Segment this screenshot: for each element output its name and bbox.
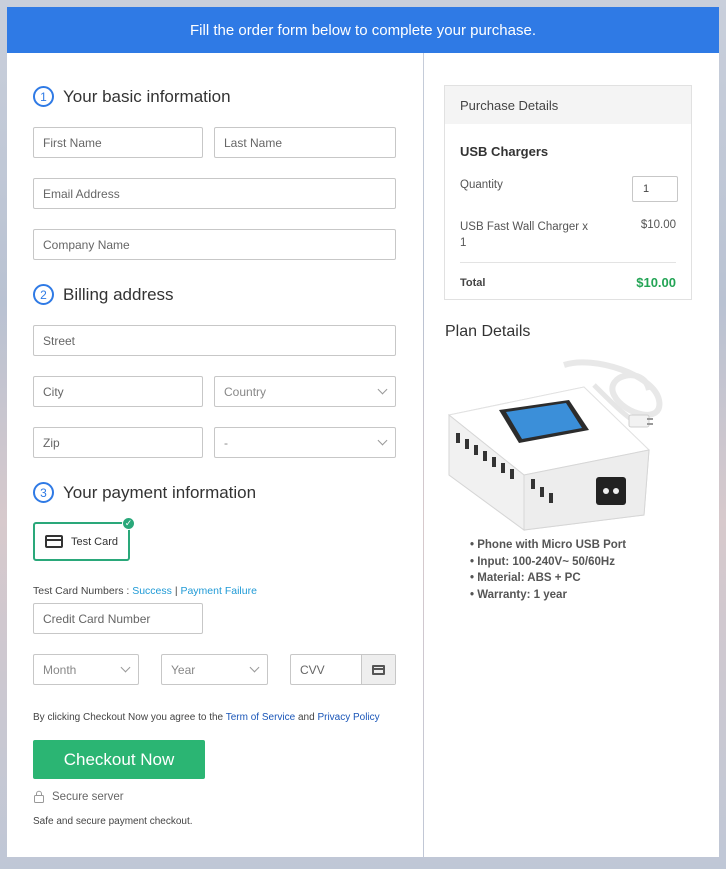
line-item-price: $10.00 [640,219,676,231]
cvv-input[interactable] [300,662,361,677]
chevron-down-icon [249,662,260,673]
credit-card-icon [44,535,63,548]
usb-charger-product-image [447,359,663,531]
test-card-label: Test Card [70,535,119,548]
card-number-input[interactable] [43,611,193,626]
check-icon: ✓ [122,517,135,530]
last-name-field[interactable] [214,127,396,158]
test-card-numbers: Test Card Numbers : Success | Payment Fa… [33,585,257,597]
year-select-value: Year [171,662,196,677]
secure-server-label: Secure server [52,790,124,803]
quantity-label: Quantity [460,179,503,191]
chevron-down-icon [377,384,388,395]
privacy-policy-link[interactable]: Privacy Policy [317,712,379,723]
purchase-details-box: Purchase Details USB Chargers Quantity 1… [444,85,692,300]
payment-failure-link[interactable]: Payment Failure [180,585,256,597]
step-number: 1 [33,86,54,107]
city-field[interactable] [33,376,203,407]
order-form-panel: 1 Your basic information 2 Billing addre… [7,53,423,857]
total-value: $10.00 [636,275,676,290]
payment-heading: 3 Your payment information [33,482,256,503]
feature-item: Phone with Micro USB Port [470,537,626,554]
lock-icon [34,790,44,803]
purchase-details-header: Purchase Details [445,86,691,124]
company-input[interactable] [43,237,386,252]
terms-prefix: By clicking Checkout Now you agree to th… [33,712,224,723]
email-input[interactable] [43,186,386,201]
year-select[interactable]: Year [161,654,268,685]
first-name-field[interactable] [33,127,203,158]
company-field[interactable] [33,229,396,260]
section-title-text: Billing address [63,284,174,304]
country-select-value: Country [224,384,267,399]
first-name-input[interactable] [43,135,193,150]
feature-item: Warranty: 1 year [470,587,626,604]
card-number-field[interactable] [33,603,203,634]
section-title-text: Your payment information [63,482,257,502]
total-label: Total [460,277,486,289]
quantity-input[interactable]: 1 [632,176,678,202]
chevron-down-icon [120,662,131,673]
terms-text: By clicking Checkout Now you agree to th… [33,712,380,723]
step-number: 3 [33,482,54,503]
terms-and: and [297,712,315,723]
cvv-card-icon [361,655,395,684]
test-card-option[interactable]: Test Card ✓ [33,517,135,561]
banner-text: Fill the order form below to complete yo… [190,21,536,39]
street-field[interactable] [33,325,396,356]
billing-heading: 2 Billing address [33,284,174,305]
month-select[interactable]: Month [33,654,139,685]
cvv-field[interactable] [290,654,396,685]
city-input[interactable] [43,384,193,399]
basic-info-heading: 1 Your basic information [33,86,231,107]
state-select[interactable]: - [214,427,396,458]
top-banner: Fill the order form below to complete yo… [7,7,719,53]
success-link[interactable]: Success [132,585,172,597]
summary-panel: Purchase Details USB Chargers Quantity 1… [424,53,719,857]
plan-features-list: Phone with Micro USB Port Input: 100-240… [470,537,626,603]
checkout-now-button[interactable]: Checkout Now [33,740,205,779]
secure-server: Secure server [33,790,124,803]
secure-note: Safe and secure payment checkout. [33,816,193,827]
street-input[interactable] [43,333,386,348]
chevron-down-icon [377,435,388,446]
section-title-text: Your basic information [63,86,231,106]
zip-field[interactable] [33,427,203,458]
terms-of-service-link[interactable]: Term of Service [226,712,295,723]
link-separator: | [174,585,178,597]
step-number: 2 [33,284,54,305]
zip-input[interactable] [43,435,193,450]
summary-divider [460,262,676,263]
plan-details-title: Plan Details [445,323,531,340]
line-item-name: USB Fast Wall Charger x 1 [460,221,589,249]
state-select-value: - [224,435,228,450]
last-name-input[interactable] [224,135,386,150]
country-select[interactable]: Country [214,376,396,407]
feature-item: Input: 100-240V~ 50/60Hz [470,554,626,571]
email-field[interactable] [33,178,396,209]
feature-item: Material: ABS + PC [470,570,626,587]
product-name: USB Chargers [460,144,549,159]
test-card-numbers-label: Test Card Numbers : [33,585,130,597]
month-select-value: Month [43,662,77,677]
